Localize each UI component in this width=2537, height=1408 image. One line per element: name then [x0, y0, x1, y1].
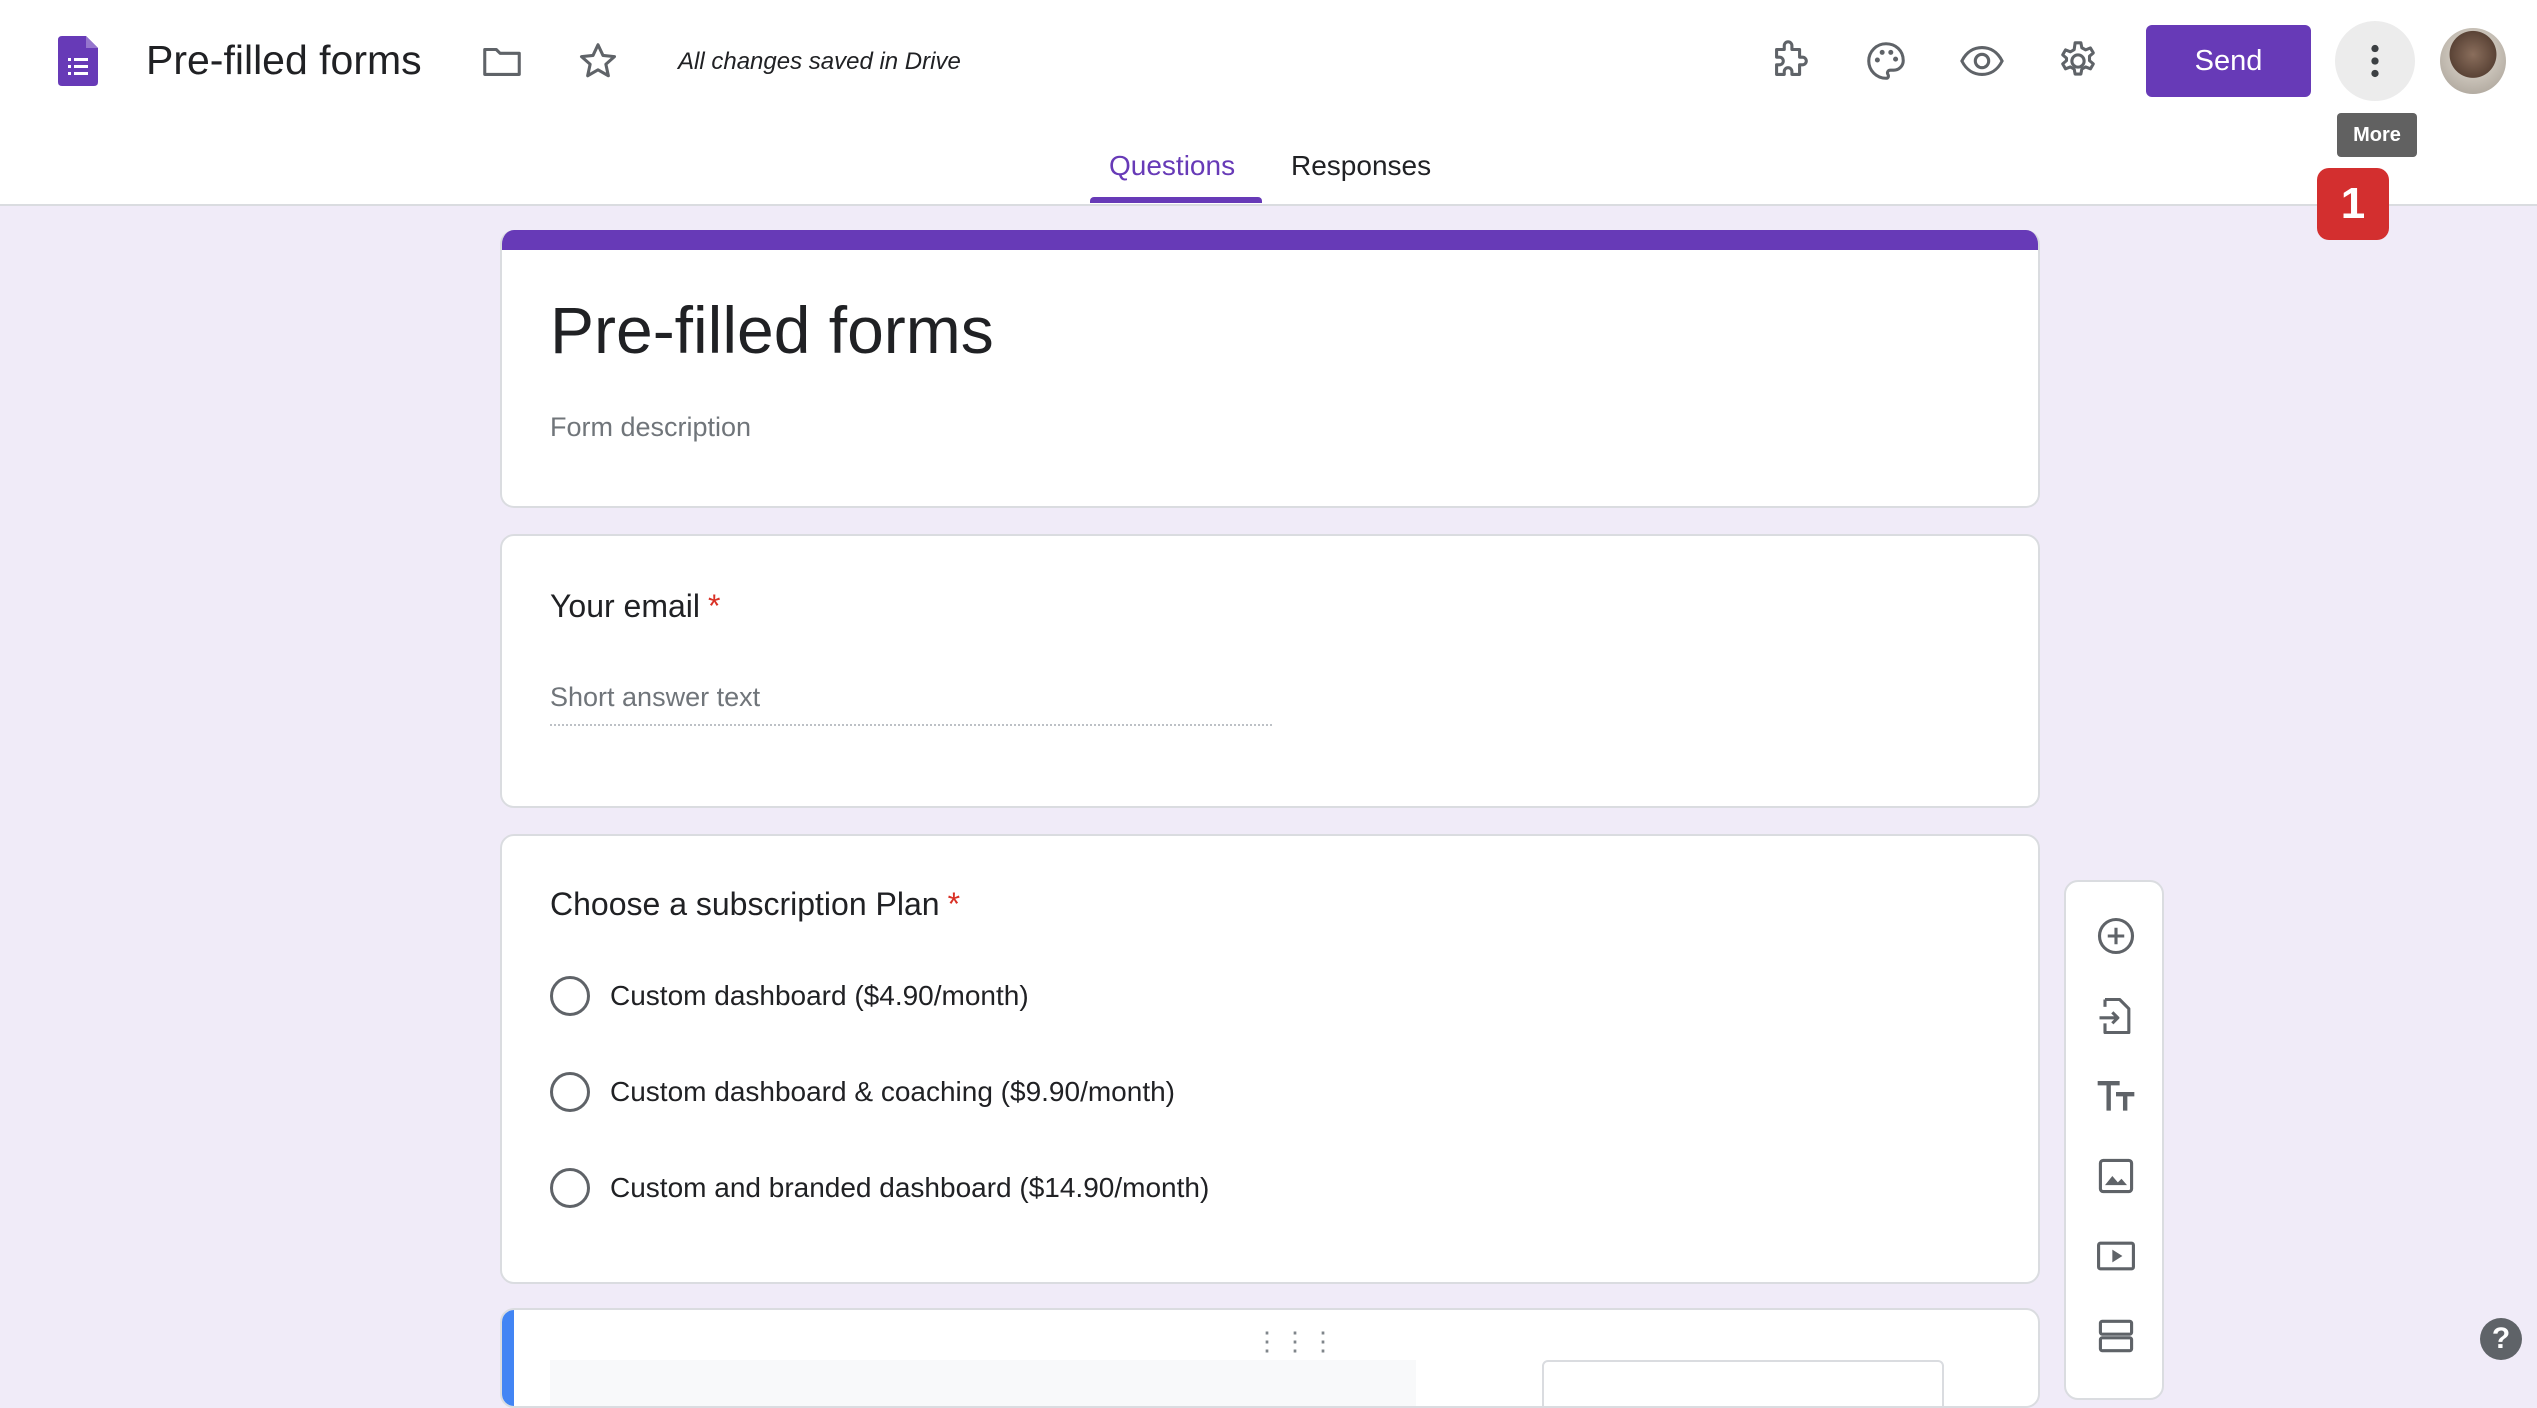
more-vert-icon[interactable]: [2335, 21, 2415, 101]
top-bar: Pre-filled forms All changes saved in Dr…: [0, 0, 2537, 206]
import-questions-icon[interactable]: [2084, 984, 2148, 1048]
document-title[interactable]: Pre-filled forms: [146, 32, 422, 88]
active-tab-indicator: [1090, 197, 1262, 203]
add-video-icon[interactable]: [2084, 1224, 2148, 1288]
form-title-card[interactable]: Pre-filled forms Form description: [500, 230, 2040, 508]
help-icon[interactable]: ?: [2480, 1318, 2522, 1360]
radio-option[interactable]: Custom dashboard & coaching ($9.90/month…: [550, 1070, 1175, 1114]
radio-button[interactable]: [550, 1072, 590, 1112]
short-answer-field[interactable]: Short answer text: [550, 678, 1272, 726]
theme-accent-bar: [502, 230, 2038, 250]
question-title: Your email *: [550, 588, 720, 625]
addons-puzzle-icon[interactable]: [1750, 21, 1830, 101]
drag-handle-icon[interactable]: ⋮⋮⋮: [1254, 1326, 1338, 1357]
star-icon[interactable]: [558, 21, 638, 101]
question-type-select[interactable]: [1542, 1360, 1944, 1406]
account-avatar[interactable]: [2440, 28, 2506, 94]
form-title[interactable]: Pre-filled forms: [550, 292, 994, 368]
add-title-icon[interactable]: [2084, 1064, 2148, 1128]
radio-option[interactable]: Custom and branded dashboard ($14.90/mon…: [550, 1166, 1209, 1210]
add-question-icon[interactable]: [2084, 904, 2148, 968]
question-card-active[interactable]: ⋮⋮⋮: [500, 1308, 2040, 1408]
floating-toolbar: [2064, 880, 2164, 1400]
more-tooltip: More: [2337, 113, 2417, 157]
form-description-field[interactable]: Form description: [550, 412, 751, 443]
question-title-text: Choose a subscription Plan: [550, 886, 940, 922]
radio-option[interactable]: Custom dashboard ($4.90/month): [550, 974, 1029, 1018]
option-label: Custom dashboard ($4.90/month): [610, 980, 1029, 1011]
tab-questions[interactable]: Questions: [1109, 150, 1235, 182]
send-button[interactable]: Send: [2146, 25, 2311, 97]
forms-logo-icon[interactable]: [58, 36, 98, 86]
save-status: All changes saved in Drive: [678, 48, 961, 75]
active-card-indicator: [502, 1310, 514, 1406]
radio-button[interactable]: [550, 1168, 590, 1208]
palette-icon[interactable]: [1846, 21, 1926, 101]
folder-icon[interactable]: [462, 21, 542, 101]
add-image-icon[interactable]: [2084, 1144, 2148, 1208]
required-mark: *: [708, 588, 721, 624]
step-badge: 1: [2317, 168, 2389, 240]
question-title-input[interactable]: [550, 1360, 1416, 1406]
question-title-text: Your email: [550, 588, 701, 624]
add-section-icon[interactable]: [2084, 1304, 2148, 1368]
option-label: Custom and branded dashboard ($14.90/mon…: [610, 1172, 1210, 1203]
question-title: Choose a subscription Plan *: [550, 886, 960, 923]
required-mark: *: [947, 886, 961, 922]
question-card-email[interactable]: Your email * Short answer text: [500, 534, 2040, 808]
tab-responses[interactable]: Responses: [1291, 150, 1431, 182]
settings-gear-icon[interactable]: [2038, 21, 2118, 101]
preview-eye-icon[interactable]: [1942, 21, 2022, 101]
radio-button[interactable]: [550, 976, 590, 1016]
question-card-subscription[interactable]: Choose a subscription Plan * Custom dashb…: [500, 834, 2040, 1284]
option-label: Custom dashboard & coaching ($9.90/month…: [610, 1076, 1175, 1107]
